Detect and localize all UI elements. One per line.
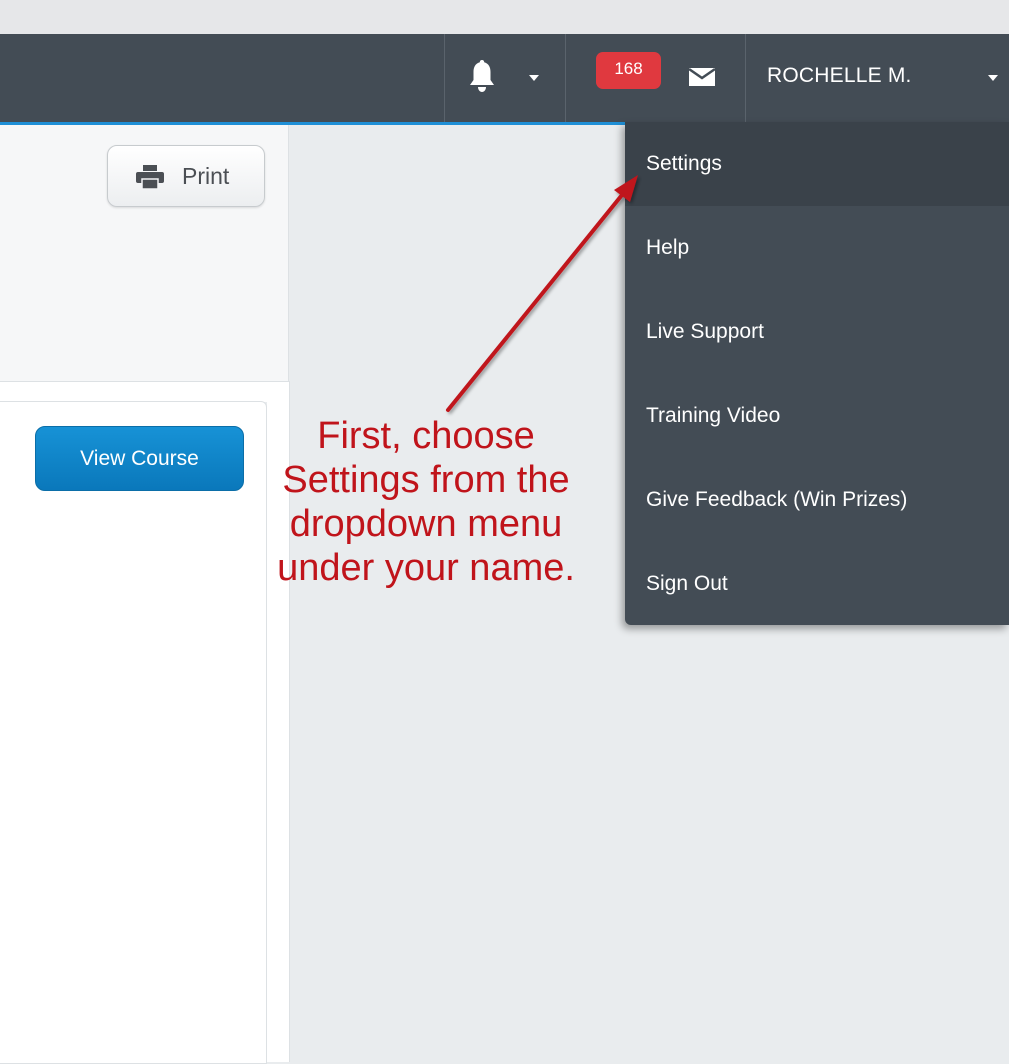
annotation-line: dropdown menu	[289, 503, 563, 545]
annotation-line: Settings from the	[282, 459, 570, 501]
annotation-text: First, choose Settings from the dropdown…	[226, 414, 626, 590]
annotation-line: First, choose	[317, 415, 535, 457]
annotation-line: under your name.	[277, 547, 575, 589]
